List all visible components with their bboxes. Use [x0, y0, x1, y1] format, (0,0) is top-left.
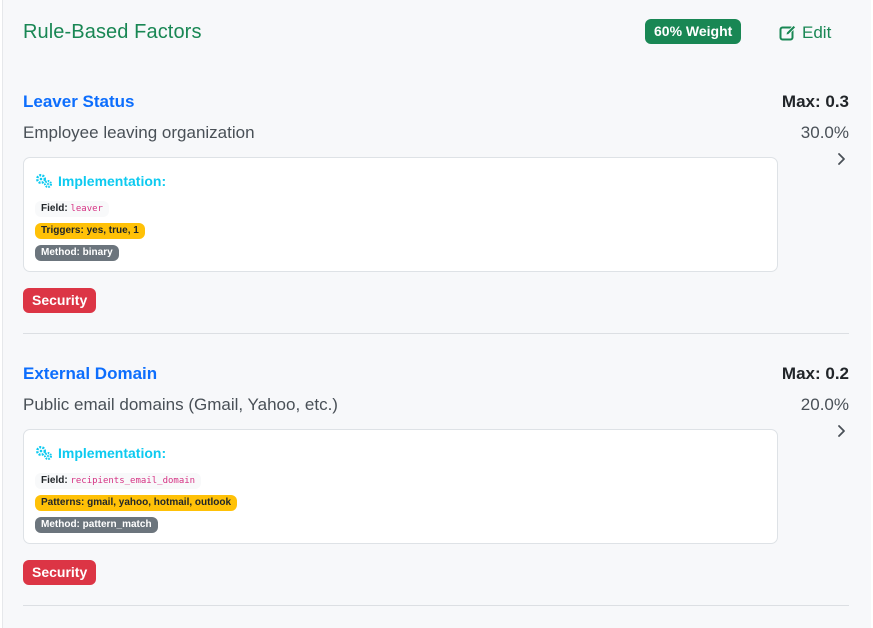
chevron-right-icon[interactable]	[835, 424, 849, 438]
factor-percent: 20.0%	[800, 395, 849, 414]
implementation-box: Implementation: Field: leaver Triggers: …	[23, 157, 778, 272]
gears-icon	[36, 174, 53, 189]
field-tag-value: recipients_email_domain	[70, 476, 196, 486]
implementation-title: Implementation:	[35, 445, 166, 461]
edit-button[interactable]: Edit	[779, 20, 831, 46]
factor-description: Public email domains (Gmail, Yahoo, etc.…	[23, 395, 338, 414]
implementation-label: Implementation:	[58, 173, 167, 189]
method-tag: Method: binary	[35, 245, 119, 261]
field-tag-label: Field:	[41, 203, 68, 214]
edit-label: Edit	[802, 23, 832, 42]
gears-icon	[36, 446, 53, 461]
rule-based-factors-card: Rule-Based Factors 60% Weight Edit Leave…	[2, 0, 871, 628]
field-tag: Field: leaver	[35, 201, 109, 217]
patterns-tag: Patterns: gmail, yahoo, hotmail, outlook	[35, 495, 238, 511]
method-tag: Method: pattern_match	[35, 517, 158, 533]
factor-name[interactable]: Leaver Status	[23, 92, 135, 112]
field-tag-label: Field:	[41, 475, 68, 486]
triggers-tag: Triggers: yes, true, 1	[35, 223, 145, 239]
divider	[23, 605, 849, 606]
factor-description: Employee leaving organization	[23, 123, 255, 142]
factor-max: Max: 0.2	[781, 364, 849, 383]
category-badge: Security	[23, 560, 97, 585]
category-badge: Security	[23, 288, 97, 313]
field-tag-value: leaver	[70, 204, 103, 214]
divider	[23, 333, 849, 334]
pen-to-square-icon	[779, 24, 797, 41]
factor-max: Max: 0.3	[781, 92, 849, 111]
implementation-label: Implementation:	[58, 445, 167, 461]
card-title: Rule-Based Factors	[23, 21, 202, 43]
card-header: Rule-Based Factors 60% Weight Edit	[3, 0, 872, 66]
field-tag: Field: recipients_email_domain	[35, 473, 202, 489]
factor-name[interactable]: External Domain	[23, 364, 157, 384]
implementation-title: Implementation:	[35, 173, 166, 189]
chevron-right-icon[interactable]	[835, 152, 849, 166]
implementation-box: Implementation: Field: recipients_email_…	[23, 429, 778, 544]
weight-badge: 60% Weight	[645, 19, 742, 44]
factor-percent: 30.0%	[800, 123, 849, 142]
factor-leaver-status: Leaver Status Max: 0.3 Employee leaving …	[23, 92, 849, 342]
factor-external-domain: External Domain Max: 0.2 Public email do…	[23, 364, 849, 614]
